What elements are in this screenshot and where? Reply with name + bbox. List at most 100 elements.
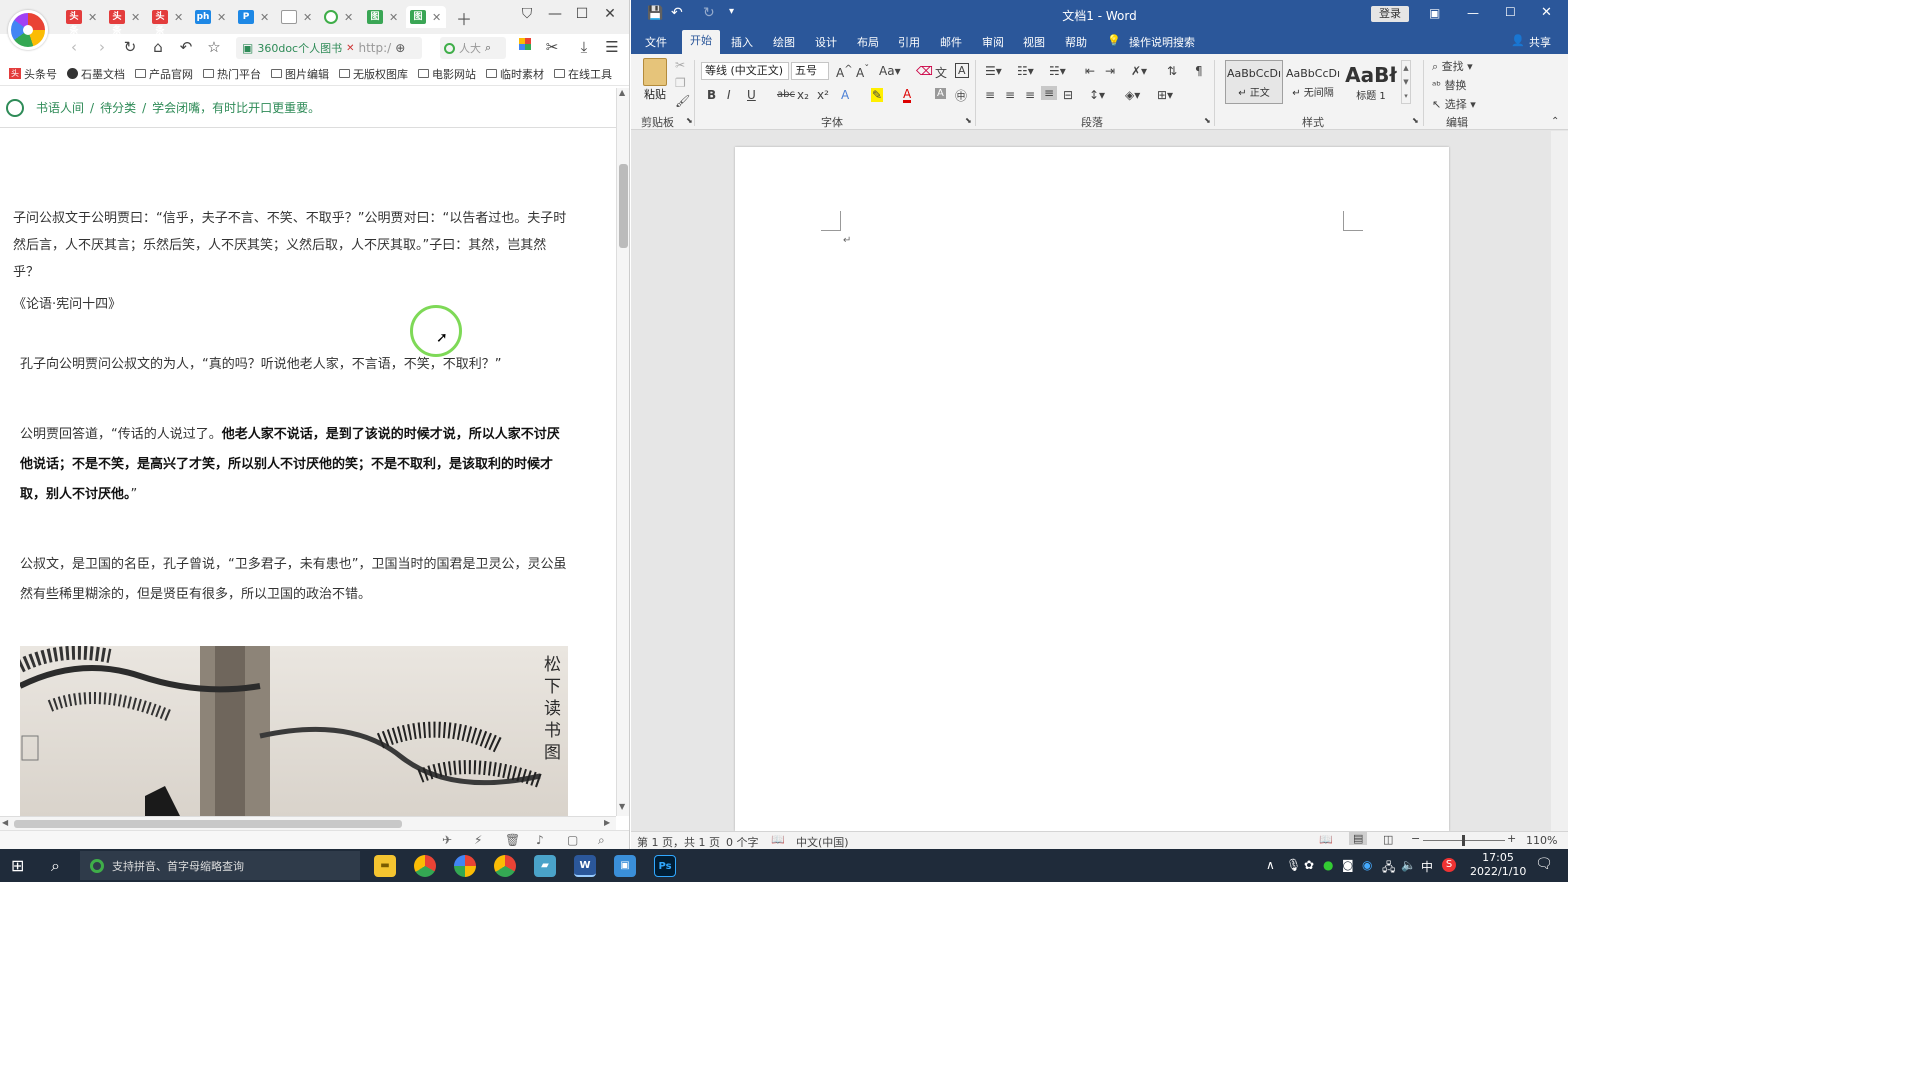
- sound-icon[interactable]: ♪: [536, 833, 544, 847]
- minimize-button[interactable]: —: [1467, 6, 1479, 20]
- search-icon[interactable]: ⌕: [485, 41, 491, 55]
- photoshop-icon[interactable]: Ps: [654, 855, 676, 877]
- breadcrumb-category[interactable]: 待分类: [100, 99, 136, 116]
- increase-indent-icon[interactable]: ⇥: [1105, 64, 1115, 78]
- zoom-in-icon[interactable]: +: [1507, 832, 1516, 845]
- ime-indicator[interactable]: 中: [1421, 858, 1433, 875]
- scrollbar-thumb[interactable]: [14, 820, 402, 828]
- phonetic-guide-icon[interactable]: 文: [935, 64, 947, 81]
- word-count[interactable]: 0 个字: [726, 834, 759, 850]
- zoom-icon[interactable]: ⊕: [395, 41, 405, 55]
- maximize-button[interactable]: ☐: [1505, 5, 1516, 19]
- multilevel-list-icon[interactable]: ☵▾: [1049, 64, 1066, 78]
- format-painter-icon[interactable]: 🖌: [675, 94, 690, 108]
- tab-design[interactable]: 设计: [815, 34, 837, 50]
- tab-review[interactable]: 审阅: [982, 34, 1004, 50]
- browser-tab[interactable]: ✕: [324, 6, 364, 28]
- download-icon[interactable]: ⤓: [574, 38, 594, 56]
- close-icon[interactable]: ✕: [303, 11, 312, 24]
- bold-icon[interactable]: B: [707, 88, 716, 102]
- share-button[interactable]: 共享: [1529, 34, 1551, 50]
- chrome-icon[interactable]: [414, 855, 436, 877]
- tray-overflow-icon[interactable]: ∧: [1266, 858, 1275, 872]
- browser-tab[interactable]: P ✕: [238, 6, 278, 28]
- chrome-icon[interactable]: [494, 855, 516, 877]
- underline-icon[interactable]: U: [747, 88, 756, 102]
- show-marks-icon[interactable]: ¶: [1195, 64, 1203, 78]
- tab-help[interactable]: 帮助: [1065, 34, 1087, 50]
- paste-button[interactable]: 粘贴: [644, 86, 666, 102]
- tab-file[interactable]: 文件: [645, 34, 667, 50]
- horizontal-scrollbar[interactable]: ◀ ▶: [0, 816, 616, 830]
- line-spacing-icon[interactable]: ↕▾: [1089, 88, 1105, 102]
- numbering-icon[interactable]: ☷▾: [1017, 64, 1034, 78]
- tab-references[interactable]: 引用: [898, 34, 920, 50]
- search-icon[interactable]: ⌕: [51, 856, 60, 876]
- browser-tab-active[interactable]: 图 ✕: [406, 6, 446, 28]
- tell-me-search[interactable]: 操作说明搜索: [1129, 34, 1195, 50]
- cut-icon[interactable]: ✂: [675, 58, 685, 72]
- font-color-icon[interactable]: A: [903, 88, 912, 103]
- undo-close-icon[interactable]: ↶: [176, 38, 196, 56]
- ribbon-display-icon[interactable]: ▣: [1429, 6, 1440, 20]
- trash-icon[interactable]: 🗑: [505, 833, 520, 847]
- tab-insert[interactable]: 插入: [731, 34, 753, 50]
- bookmark-item[interactable]: 头头条号: [9, 66, 57, 82]
- bookmark-folder[interactable]: 临时素材: [486, 66, 544, 82]
- windows-start-icon[interactable]: ⊞: [11, 856, 24, 875]
- decrease-indent-icon[interactable]: ⇤: [1085, 64, 1095, 78]
- close-icon[interactable]: ✕: [217, 11, 226, 24]
- scissors-icon[interactable]: ✂: [542, 38, 562, 56]
- strikethrough-icon[interactable]: abc: [777, 89, 795, 100]
- tray-app-icon[interactable]: ✿: [1304, 858, 1314, 872]
- close-icon[interactable]: ✕: [131, 11, 140, 24]
- font-name-select[interactable]: 等线 (中文正文): [701, 62, 789, 80]
- bookmark-folder[interactable]: 图片编辑: [271, 66, 329, 82]
- star-icon[interactable]: ☆: [204, 38, 224, 56]
- home-icon[interactable]: ⌂: [148, 38, 168, 56]
- dialog-launcher-icon[interactable]: ⬊: [686, 116, 693, 125]
- wechat-icon[interactable]: ●: [1323, 858, 1333, 872]
- close-icon[interactable]: ✕: [88, 11, 97, 24]
- minimize-button[interactable]: —: [545, 6, 565, 22]
- refresh-icon[interactable]: ↻: [120, 38, 140, 56]
- browser-tab[interactable]: 头条 ✕: [109, 6, 149, 36]
- network-icon[interactable]: 🖧: [1382, 858, 1395, 879]
- bookmark-folder[interactable]: 产品官网: [135, 66, 193, 82]
- replace-button[interactable]: ᵃᵇ 替换: [1432, 77, 1467, 93]
- search-icon[interactable]: ⌕: [598, 833, 605, 848]
- speed-icon[interactable]: ✈: [442, 833, 452, 847]
- tab-draw[interactable]: 绘图: [773, 34, 795, 50]
- clear-format-icon[interactable]: ⌫: [916, 64, 933, 78]
- apps-icon[interactable]: [515, 38, 535, 53]
- superscript-icon[interactable]: x²: [817, 88, 829, 102]
- style-no-spacing[interactable]: AaBbCcDı ↵ 无间隔: [1284, 60, 1342, 104]
- scroll-up-icon[interactable]: ▲: [619, 88, 625, 97]
- browser-logo-icon[interactable]: [8, 10, 48, 50]
- bookmark-folder[interactable]: 电影网站: [418, 66, 476, 82]
- app-icon[interactable]: ▰: [534, 855, 556, 877]
- menu-icon[interactable]: ☰: [602, 38, 622, 56]
- address-bar[interactable]: ▣ 360doc个人图书 ✕ http:/ ⊕: [236, 37, 422, 59]
- accelerate-icon[interactable]: ⚡: [474, 833, 482, 847]
- bookmark-folder[interactable]: 热门平台: [203, 66, 261, 82]
- home-icon[interactable]: [6, 98, 24, 117]
- close-icon[interactable]: ✕: [432, 11, 441, 24]
- zoom-out-icon[interactable]: −: [1411, 832, 1420, 845]
- bullets-icon[interactable]: ☰▾: [985, 64, 1002, 78]
- justify-icon[interactable]: ≡: [1041, 86, 1058, 100]
- microphone-icon[interactable]: 🎙: [1286, 858, 1301, 872]
- breadcrumb-root[interactable]: 书语人间: [36, 99, 84, 116]
- sort-icon[interactable]: ⇅: [1167, 64, 1177, 78]
- maximize-button[interactable]: ☐: [572, 6, 592, 22]
- back-icon[interactable]: ‹: [64, 38, 84, 56]
- copy-icon[interactable]: ❐: [675, 76, 686, 90]
- chinese-layout-icon[interactable]: ✗▾: [1131, 64, 1147, 78]
- app-store-icon[interactable]: ▣: [614, 855, 636, 877]
- browser-tab[interactable]: ph ✕: [195, 6, 235, 28]
- new-tab-button[interactable]: ＋: [456, 6, 472, 30]
- shrink-font-icon[interactable]: Aˇ: [856, 64, 869, 80]
- close-icon[interactable]: ✕: [344, 11, 353, 24]
- scroll-down-icon[interactable]: ▼: [619, 802, 625, 811]
- login-button[interactable]: 登录: [1371, 6, 1409, 22]
